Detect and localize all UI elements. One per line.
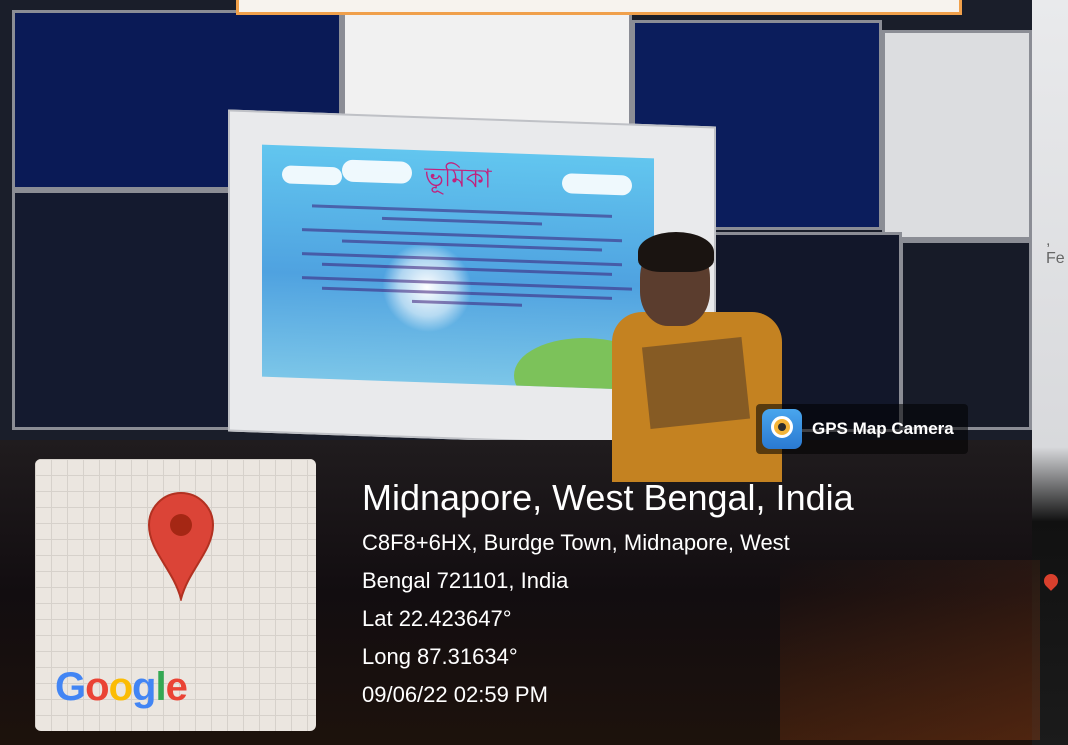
address-line-2: Bengal 721101, India [362,568,569,593]
hoodie-print [641,336,751,430]
presentation-slide: ভূমিকা [262,144,654,391]
slide-title: ভূমিকা [424,162,492,195]
wall-board [12,190,237,430]
photo: ভূমিকা , Fe GPS Map Camera Google Midnap… [0,0,1068,745]
latitude: Lat 22.423647° [362,606,512,631]
gps-app-badge: GPS Map Camera [756,404,968,454]
presenter-hair [638,232,714,272]
gps-map-camera-icon [762,409,802,449]
gps-app-name: GPS Map Camera [812,419,954,438]
wall-board [342,10,632,130]
location-info: Midnapore, West Bengal, India C8F8+6HX, … [362,476,854,714]
cropped-frame-edge [236,0,962,15]
google-logo: Google [55,665,188,709]
map-thumbnail: Google [35,459,316,731]
wall-board [882,30,1032,240]
longitude: Long 87.31634° [362,644,518,669]
location-title: Midnapore, West Bengal, India [362,477,854,518]
wall-board [900,240,1032,430]
timestamp: 09/06/22 02:59 PM [362,682,548,707]
address-line-1: C8F8+6HX, Burdge Town, Midnapore, West [362,530,790,555]
map-pin-icon [147,492,215,601]
